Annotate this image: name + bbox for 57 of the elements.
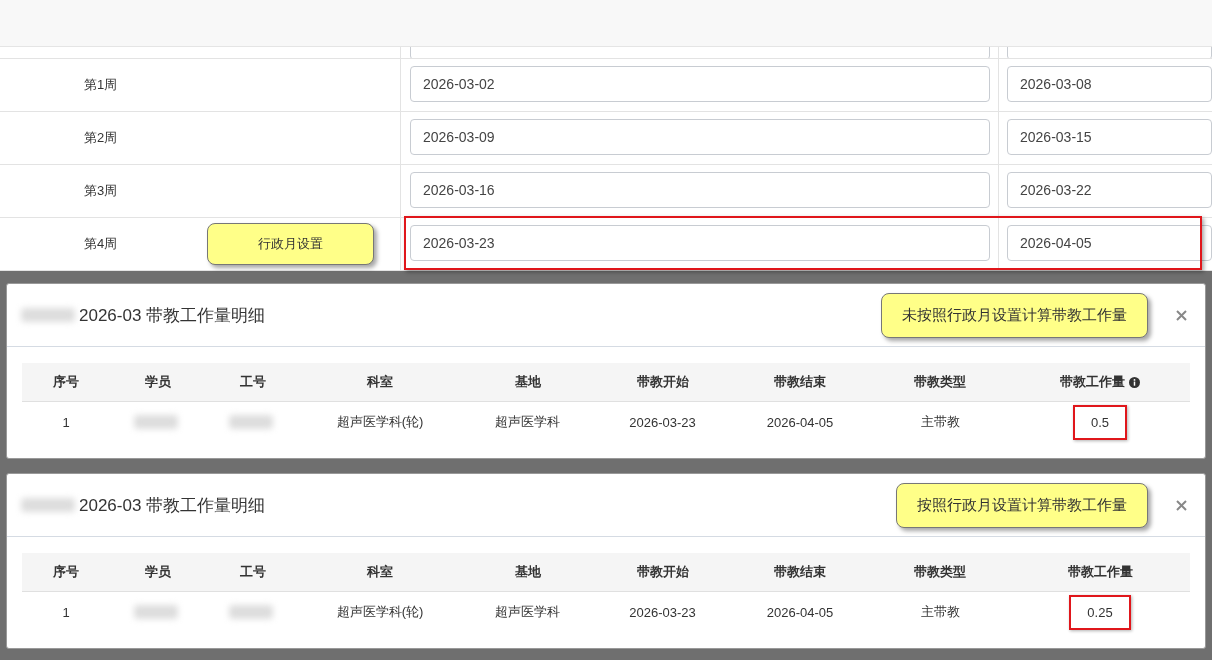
week-label: 第2周	[84, 129, 118, 147]
close-icon	[1176, 309, 1187, 321]
column-header: 科室	[367, 373, 393, 391]
start-date-field[interactable]: 2026-03-09	[410, 119, 990, 155]
start-date-field[interactable]: 2026-03-23	[410, 225, 990, 261]
table-cell-text: 超声医学科	[494, 603, 561, 621]
blurred-text	[228, 605, 273, 619]
column-header: 基地	[514, 373, 541, 391]
end-date-field[interactable]: 2026-03-08	[1007, 66, 1212, 102]
blurred-text	[133, 605, 178, 619]
callout-note: 行政月设置	[207, 223, 375, 265]
end-date-field[interactable]: 2026-03-15	[1007, 119, 1212, 155]
table-cell-text: 2026-03-23	[628, 413, 697, 432]
week-label: 第4周	[84, 235, 118, 253]
dialog-title: 2026-03 带教工作量明细	[79, 304, 266, 327]
table-cell-text: 1	[61, 603, 71, 622]
blurred-name	[21, 498, 75, 512]
column-header: 带教类型	[914, 373, 966, 391]
table-cell-text: 超声医学科(轮)	[335, 603, 425, 621]
end-date-field[interactable]: 2026-03-22	[1007, 172, 1212, 208]
table-cell-text: 1	[61, 413, 71, 432]
column-header: 工号	[239, 373, 266, 391]
column-header: 基地	[514, 563, 541, 581]
column-header: 带教开始	[636, 373, 689, 391]
table-cell-text: 超声医学科	[494, 413, 561, 431]
week-label: 第3周	[84, 182, 118, 200]
blurred-name	[21, 308, 75, 322]
table-cell-text: 超声医学科(轮)	[335, 413, 425, 431]
callout-note: 未按照行政月设置计算带教工作量	[881, 292, 1148, 338]
column-header: 带教结束	[774, 563, 826, 581]
start-date-field[interactable]: 2026-03-16	[410, 172, 990, 208]
table-cell-text: 2026-04-05	[765, 413, 835, 432]
week-label: 第1周	[84, 76, 118, 94]
column-header: 序号	[53, 563, 79, 581]
column-header: 带教工作量	[1060, 373, 1125, 391]
blurred-text	[133, 415, 178, 429]
column-header: 科室	[367, 563, 393, 581]
blurred-text	[228, 415, 273, 429]
table-cell-text: 2026-03-23	[628, 603, 697, 622]
table-cell-text: 2026-04-05	[765, 603, 835, 622]
close-icon	[1176, 499, 1187, 511]
column-header: 学员	[144, 563, 171, 581]
column-header: 带教结束	[774, 373, 826, 391]
table-cell: 0.25	[1069, 594, 1131, 630]
end-date-field[interactable]: 2026-04-05	[1007, 225, 1212, 261]
column-header: 带教类型	[914, 563, 966, 581]
dialog-title: 2026-03 带教工作量明细	[79, 494, 266, 517]
table-cell-text: 主带教	[919, 603, 961, 621]
column-header: 带教工作量	[1067, 563, 1133, 581]
column-header: 序号	[53, 373, 79, 391]
column-header: 工号	[239, 563, 266, 581]
table-cell: 0.5	[1072, 404, 1128, 440]
column-header: 学员	[144, 373, 171, 391]
callout-note: 按照行政月设置计算带教工作量	[896, 482, 1148, 528]
start-date-field[interactable]: 2026-03-02	[410, 66, 990, 102]
column-header: 带教开始	[636, 563, 689, 581]
table-cell-text: 主带教	[919, 413, 961, 431]
